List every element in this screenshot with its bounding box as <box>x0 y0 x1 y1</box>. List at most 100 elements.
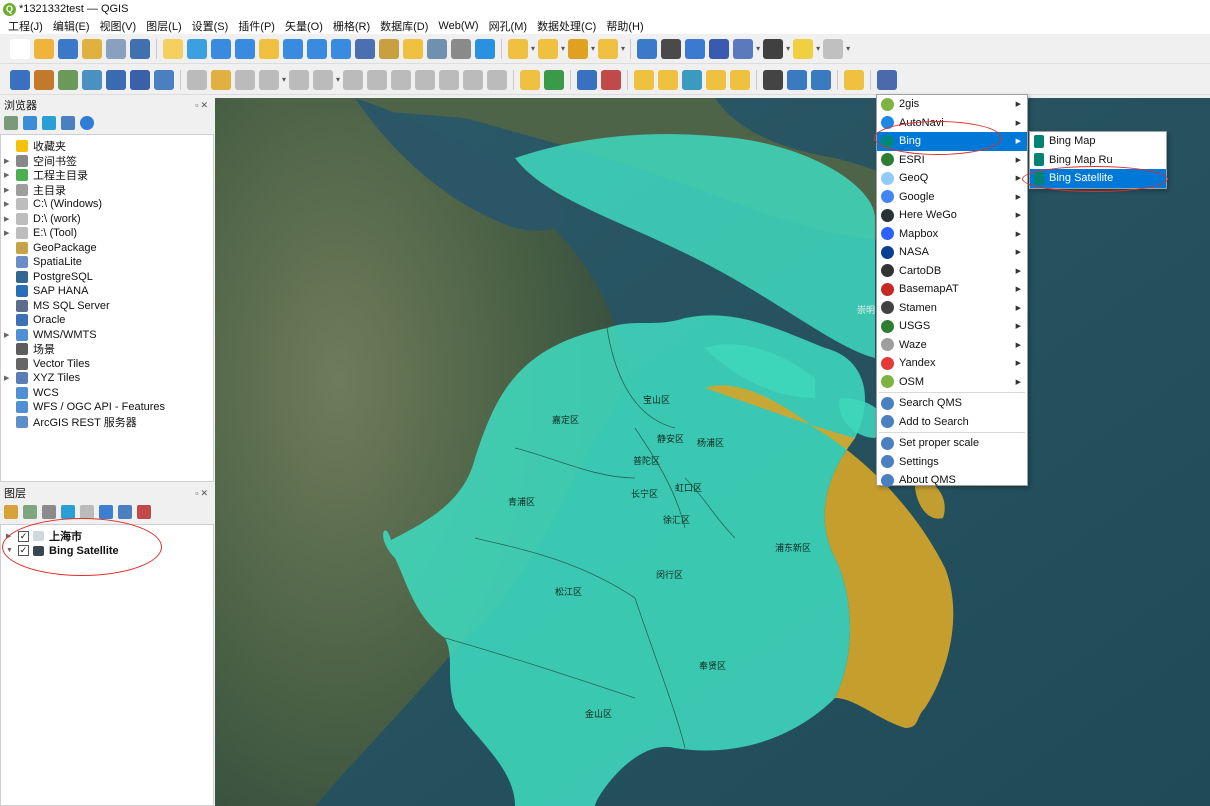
qms-provider-stamen[interactable]: Stamen ▶ <box>877 299 1027 318</box>
delete-icon[interactable] <box>313 69 334 90</box>
browser-item[interactable]: SpatiaLite <box>4 255 165 270</box>
label-move-icon[interactable] <box>634 69 655 90</box>
save-icon[interactable] <box>58 38 78 59</box>
menu-item[interactable]: 网孔(M) <box>489 18 528 34</box>
filter-icon[interactable] <box>42 116 56 130</box>
open-icon[interactable] <box>34 38 54 59</box>
save-as-icon[interactable] <box>82 38 102 59</box>
add-feature-icon[interactable] <box>259 69 279 90</box>
print-icon[interactable] <box>106 38 126 59</box>
refresh-icon[interactable] <box>451 38 471 59</box>
zoom-full-icon[interactable] <box>259 38 279 59</box>
qms-provider-usgs[interactable]: USGS ▶ <box>877 317 1027 336</box>
expand-arrow-icon[interactable]: ▶ <box>4 157 16 165</box>
table-icon[interactable] <box>637 38 658 59</box>
style-icon[interactable] <box>4 505 18 519</box>
expand-arrow-icon[interactable]: ▶ <box>4 229 16 237</box>
dropdown-arrow-icon[interactable]: ▾ <box>846 44 850 53</box>
menu-item[interactable]: 帮助(H) <box>606 18 643 34</box>
expand-arrow-icon[interactable]: ▶ <box>6 532 18 540</box>
help-icon[interactable] <box>877 69 898 90</box>
zoom-last-icon[interactable] <box>331 38 351 59</box>
qms-provider-here-wego[interactable]: Here WeGo ▶ <box>877 206 1027 225</box>
menu-item[interactable]: 设置(S) <box>192 18 229 34</box>
visibility-icon[interactable] <box>42 505 56 519</box>
expand-all-icon[interactable] <box>99 505 113 519</box>
style-icon[interactable] <box>130 38 150 59</box>
label-props-icon[interactable] <box>730 69 751 90</box>
attribute-icon[interactable] <box>709 38 730 59</box>
menu-item[interactable]: 视图(V) <box>100 18 137 34</box>
deselect-icon[interactable] <box>538 38 559 59</box>
panel-float-close-icon[interactable]: ▫✕ <box>195 100 210 111</box>
browser-item[interactable]: ▶ E:\ (Tool) <box>4 226 165 241</box>
label-change-icon[interactable] <box>682 69 703 90</box>
copy-icon[interactable] <box>367 69 388 90</box>
expand-arrow-icon[interactable]: ▶ <box>4 215 16 223</box>
tool-icon[interactable] <box>823 38 844 59</box>
select-icon[interactable] <box>508 38 528 59</box>
map-canvas[interactable]: 宝山区 嘉定区 静安区 杨浦区 普陀区 长宁区 虹口区 徐汇区 青浦区 浦东新区 闵行区 松江区 奉贤区… <box>215 98 1210 806</box>
unpin-icon[interactable] <box>601 69 622 90</box>
digitize-icon[interactable] <box>187 69 207 90</box>
browser-item[interactable]: WFS / OGC API - Features <box>4 400 165 415</box>
python-icon[interactable] <box>844 69 865 90</box>
add-layer-icon[interactable] <box>10 69 30 90</box>
add-vector-icon[interactable] <box>58 69 78 90</box>
browser-item[interactable]: GeoPackage <box>4 241 165 256</box>
qms-provider-basemapat[interactable]: BasemapAT ▶ <box>877 280 1027 299</box>
menu-item[interactable]: 编辑(E) <box>53 18 90 34</box>
tool-icon[interactable] <box>463 69 484 90</box>
identify-icon[interactable] <box>475 38 495 59</box>
add-selected-icon[interactable] <box>4 116 18 130</box>
browser-item[interactable]: ▶ 空间书签 <box>4 154 165 169</box>
qms-action-add-to-search[interactable]: Add to Search <box>877 413 1027 432</box>
menu-item[interactable]: 插件(P) <box>238 18 275 34</box>
zoom-next-icon[interactable] <box>355 38 375 59</box>
bing-item-bing-map[interactable]: Bing Map <box>1030 132 1166 151</box>
layer-item[interactable]: ▶ ✓ 上海市 <box>6 529 119 544</box>
qms-provider-google[interactable]: Google ▶ <box>877 188 1027 207</box>
label-show-icon[interactable] <box>706 69 727 90</box>
browser-item[interactable]: MS SQL Server <box>4 299 165 314</box>
tool-icon[interactable] <box>487 69 508 90</box>
new-bookmark-icon[interactable] <box>403 38 423 59</box>
select-value-icon[interactable] <box>568 38 589 59</box>
expand-arrow-icon[interactable]: ▶ <box>4 171 16 179</box>
qms-action-settings[interactable]: Settings <box>877 453 1027 472</box>
qms-provider-geoq[interactable]: GeoQ ▶ <box>877 169 1027 188</box>
info-icon[interactable] <box>80 116 94 130</box>
qms-provider-waze[interactable]: Waze ▶ <box>877 336 1027 355</box>
cut-icon[interactable] <box>343 69 364 90</box>
bing-item-bing-map-ru[interactable]: Bing Map Ru <box>1030 151 1166 170</box>
collapse-all-icon[interactable] <box>118 505 132 519</box>
browser-item[interactable]: ▶ 工程主目录 <box>4 168 165 183</box>
new-icon[interactable] <box>10 38 30 59</box>
dropdown-arrow-icon[interactable]: ▾ <box>816 44 820 53</box>
collapse-all-icon[interactable] <box>61 116 75 130</box>
browser-item[interactable]: ArcGIS REST 服务器 <box>4 415 165 430</box>
qms-provider-autonavi[interactable]: AutoNavi ▶ <box>877 114 1027 133</box>
layer-item[interactable]: ▼ ✓ Bing Satellite <box>6 544 119 559</box>
qms-provider-osm[interactable]: OSM ▶ <box>877 373 1027 392</box>
dropdown-arrow-icon[interactable]: ▾ <box>531 44 535 53</box>
browser-item[interactable]: PostgreSQL <box>4 270 165 285</box>
label-rotate-icon[interactable] <box>658 69 679 90</box>
add-raster-icon[interactable] <box>82 69 102 90</box>
pin-icon[interactable] <box>577 69 598 90</box>
browser-item[interactable]: ▶ 主目录 <box>4 183 165 198</box>
qms-provider-bing[interactable]: Bing ▶ <box>877 132 1027 151</box>
menu-item[interactable]: Web(W) <box>438 20 478 32</box>
menu-item[interactable]: 矢量(O) <box>285 18 323 34</box>
statistics-icon[interactable] <box>685 38 706 59</box>
menu-item[interactable]: 栅格(R) <box>333 18 370 34</box>
binoculars-icon[interactable] <box>763 69 784 90</box>
wms-icon[interactable] <box>154 69 174 90</box>
pan-to-icon[interactable] <box>187 38 207 59</box>
browser-item[interactable]: WCS <box>4 386 165 401</box>
save-edits-icon[interactable] <box>235 69 255 90</box>
zoom-out-icon[interactable] <box>235 38 255 59</box>
label-icon[interactable] <box>520 69 541 90</box>
layer-visibility-checkbox[interactable]: ✓ <box>18 530 29 542</box>
qms-provider-esri[interactable]: ESRI ▶ <box>877 151 1027 170</box>
